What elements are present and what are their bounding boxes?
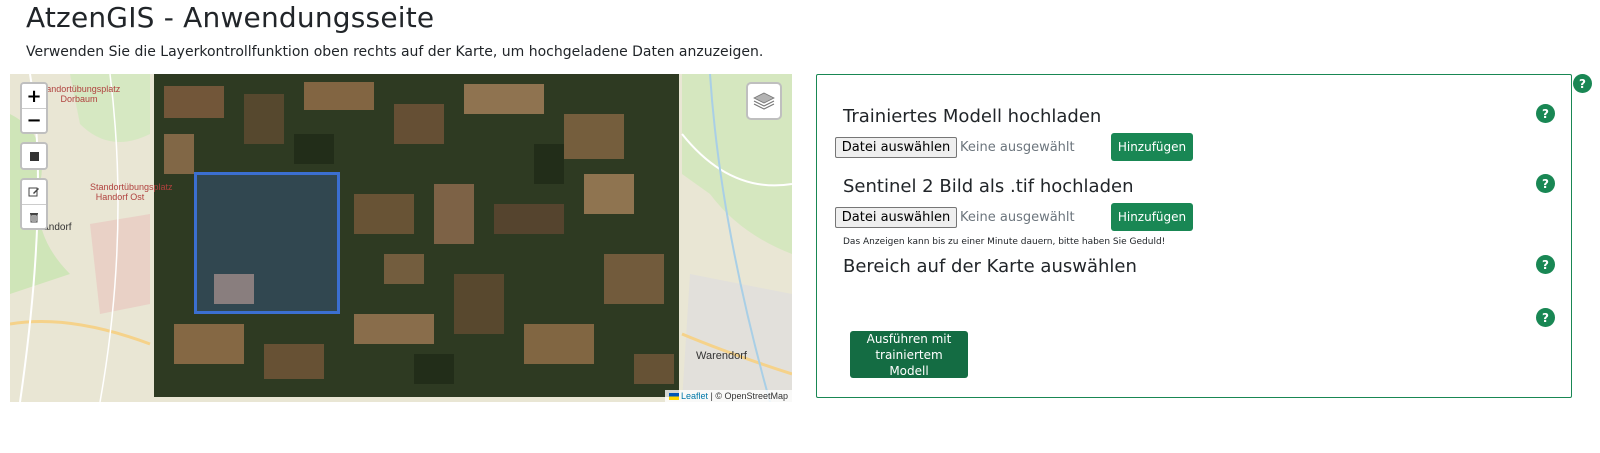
page-subtitle: Verwenden Sie die Layerkontrollfunktion … <box>26 44 764 60</box>
model-file-status: Keine ausgewählt <box>960 140 1075 155</box>
map-label-military2: Standortübungsplatz Handorf Ost <box>90 182 173 202</box>
draw-rectangle-button[interactable] <box>22 144 46 168</box>
ukraine-flag-icon <box>668 393 679 400</box>
help-icon-sentinel[interactable]: ? <box>1536 174 1555 193</box>
edit-layers-button[interactable] <box>22 180 46 204</box>
sentinel-file-status: Keine ausgewählt <box>960 210 1075 225</box>
sentinel-file-button[interactable]: Datei auswählen <box>835 207 957 228</box>
help-icon-top[interactable]: ? <box>1573 74 1592 93</box>
sentinel-add-button[interactable]: Hinzufügen <box>1111 203 1193 231</box>
run-model-button[interactable]: Ausführen mit trainiertem Modell <box>850 331 968 378</box>
draw-control <box>20 142 48 170</box>
page-title: AtzenGIS - Anwendungsseite <box>26 1 435 34</box>
attribution-osm: | © OpenStreetMap <box>707 391 788 401</box>
zoom-in-button[interactable]: + <box>22 84 46 108</box>
layer-control-button[interactable] <box>746 82 782 120</box>
model-add-button[interactable]: Hinzufügen <box>1111 133 1193 161</box>
model-upload-heading: Trainiertes Modell hochladen <box>843 106 1102 127</box>
leaflet-link[interactable]: Leaflet <box>681 391 708 401</box>
map[interactable]: Standortübungsplatz Dorbaum Standortübun… <box>10 74 792 402</box>
layers-icon <box>753 92 775 110</box>
sentinel-upload-hint: Das Anzeigen kann bis zu einer Minute da… <box>843 237 1166 247</box>
area-select-heading: Bereich auf der Karte auswählen <box>843 256 1137 277</box>
edit-icon <box>28 187 39 197</box>
help-icon-model[interactable]: ? <box>1536 104 1555 123</box>
help-icon-area[interactable]: ? <box>1536 255 1555 274</box>
help-icon-run[interactable]: ? <box>1536 308 1555 327</box>
zoom-out-button[interactable]: − <box>22 108 46 132</box>
sentinel-upload-heading: Sentinel 2 Bild als .tif hochladen <box>843 176 1134 197</box>
trash-icon <box>30 212 38 222</box>
control-panel: Trainiertes Modell hochladen ? Datei aus… <box>816 74 1572 398</box>
model-file-button[interactable]: Datei auswählen <box>835 137 957 158</box>
zoom-control: + − <box>20 82 48 134</box>
map-label-warendorf: Warendorf <box>696 350 747 362</box>
delete-layers-button[interactable] <box>22 204 46 228</box>
map-attribution: Leaflet | © OpenStreetMap <box>664 390 792 402</box>
square-icon <box>29 151 39 161</box>
edit-control <box>20 178 48 230</box>
selected-area-rectangle[interactable] <box>194 172 340 314</box>
